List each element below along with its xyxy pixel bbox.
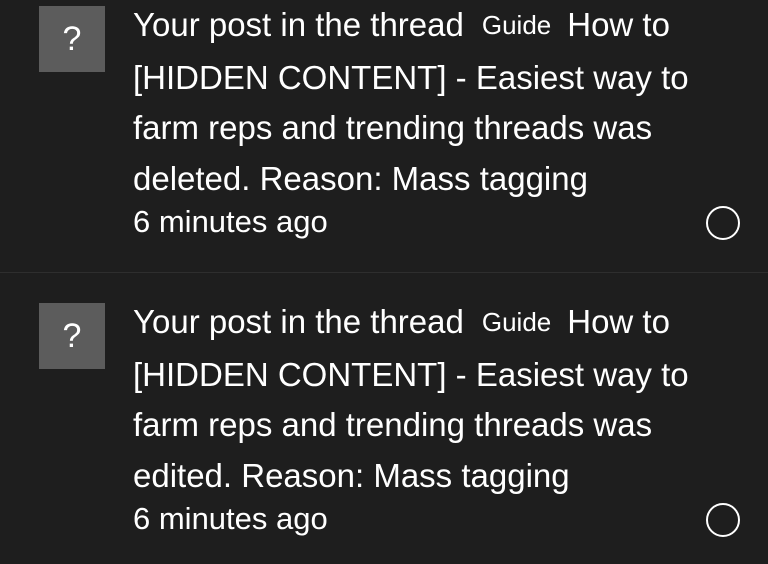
alert-message: Your post in the thread Guide How to [HIDD… — [133, 0, 748, 204]
alert-reason: edited. Reason: Mass tagging — [133, 456, 570, 494]
alert-message: Your post in the thread Guide How to [HIDD… — [133, 297, 748, 501]
alert-time: 6 minutes ago — [133, 204, 328, 239]
alert-text: Your post in the thread — [133, 6, 464, 43]
avatar[interactable]: ? — [39, 6, 105, 72]
thread-link[interactable]: How to — [567, 303, 670, 340]
mark-read-toggle[interactable] — [706, 503, 740, 537]
avatar[interactable]: ? — [39, 303, 105, 369]
thread-link[interactable]: How to — [567, 6, 670, 43]
thread-prefix-label: Guide — [481, 307, 552, 337]
alert-content: Your post in the thread Guide How to [HIDD… — [133, 0, 748, 242]
thread-link[interactable]: [HIDDEN CONTENT] - Easiest way to — [133, 356, 689, 393]
alert-time: 6 minutes ago — [133, 501, 328, 536]
alert-text: Your post in the thread — [133, 303, 464, 340]
thread-link[interactable]: [HIDDEN CONTENT] - Easiest way to — [133, 59, 689, 96]
alerts-list: ? Your post in the thread Guide How to [HI… — [0, 0, 768, 564]
alert-item[interactable]: ? Your post in the thread Guide How to [HI… — [0, 273, 768, 564]
thread-prefix-label: Guide — [481, 10, 552, 40]
thread-link[interactable]: farm reps and trending threads was — [133, 109, 652, 146]
alert-reason: deleted. Reason: Mass tagging — [133, 159, 588, 197]
mark-read-toggle[interactable] — [706, 206, 740, 240]
alert-content: Your post in the thread Guide How to [HIDD… — [133, 297, 748, 539]
thread-link[interactable]: farm reps and trending threads was — [133, 406, 652, 443]
alert-item[interactable]: ? Your post in the thread Guide How to [HI… — [0, 0, 768, 272]
